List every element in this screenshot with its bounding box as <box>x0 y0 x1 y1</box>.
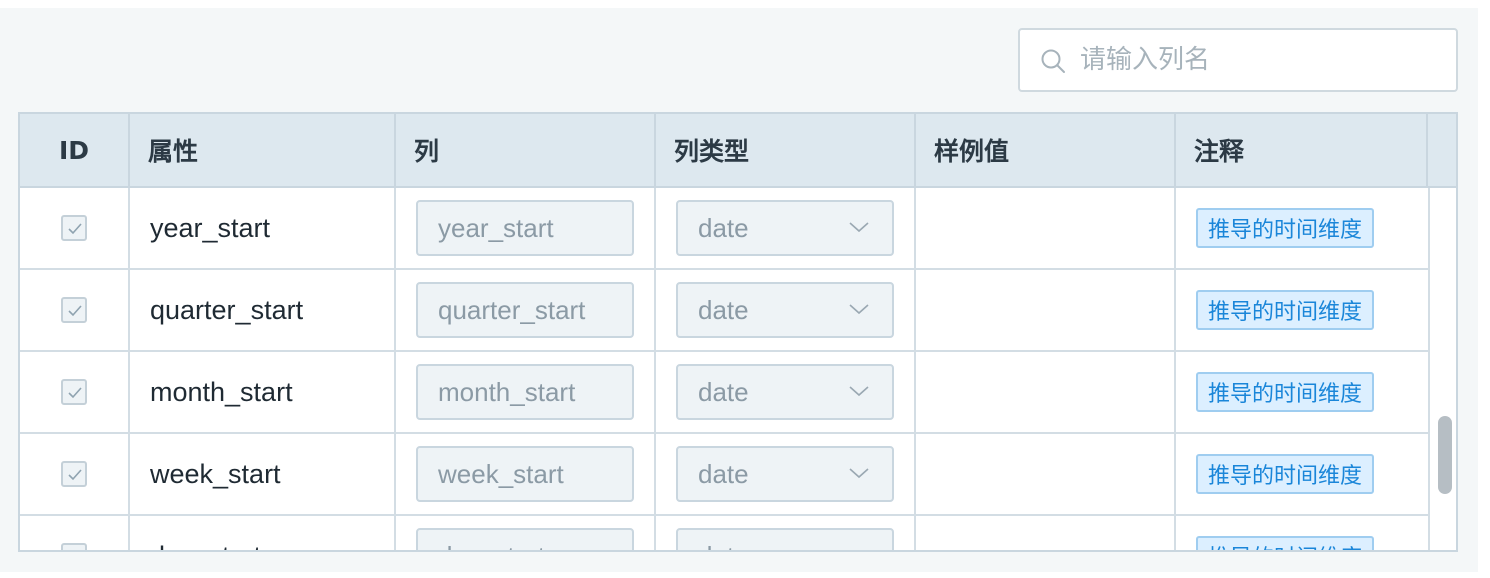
cell-column: month_start <box>396 352 656 432</box>
check-icon <box>68 387 82 399</box>
cell-attribute: month_start <box>130 352 396 432</box>
cell-comment: 推导的时间维度 <box>1176 188 1428 268</box>
row-checkbox[interactable] <box>61 461 87 487</box>
column-name-field: month_start <box>416 364 634 420</box>
check-icon <box>68 223 82 235</box>
cell-column-type: date <box>656 434 916 514</box>
cell-column: day_start <box>396 516 656 550</box>
scrollbar-thumb[interactable] <box>1438 416 1452 494</box>
column-name-field: quarter_start <box>416 282 634 338</box>
cell-id <box>20 434 130 514</box>
column-type-select: date <box>676 528 894 552</box>
column-type-select: date <box>676 446 894 502</box>
search-box[interactable] <box>1018 28 1458 92</box>
attribute-name: quarter_start <box>150 294 304 325</box>
comment-tag: 推导的时间维度 <box>1196 536 1375 550</box>
search-input[interactable] <box>1080 38 1440 82</box>
cell-comment: 推导的时间维度 <box>1176 516 1428 550</box>
column-type-value: date <box>698 376 749 407</box>
comment-tag: 推导的时间维度 <box>1196 372 1375 412</box>
cell-attribute: year_start <box>130 188 396 268</box>
chevron-down-icon <box>849 468 869 479</box>
cell-column-type: date <box>656 270 916 350</box>
comment-tag: 推导的时间维度 <box>1196 290 1375 330</box>
cell-id <box>20 188 130 268</box>
cell-comment: 推导的时间维度 <box>1176 270 1428 350</box>
cell-column: year_start <box>396 188 656 268</box>
column-name-field: day_start <box>416 528 634 550</box>
cell-sample-value <box>916 516 1176 550</box>
cell-column-type: date <box>656 352 916 432</box>
cell-id <box>20 270 130 350</box>
comment-tag: 推导的时间维度 <box>1196 454 1375 494</box>
header-scroll-gutter <box>1428 114 1456 186</box>
table-row: week_start week_start date 推导的时间维度 <box>20 434 1428 516</box>
cell-attribute: quarter_start <box>130 270 396 350</box>
row-checkbox[interactable] <box>61 543 87 552</box>
cell-comment: 推导的时间维度 <box>1176 352 1428 432</box>
table-row: month_start month_start date 推导的时间维度 <box>20 352 1428 434</box>
search-icon <box>1041 49 1065 73</box>
columns-table: ID 属性 列 列类型 样例值 注释 year_start year_start… <box>18 112 1458 552</box>
row-checkbox[interactable] <box>61 215 87 241</box>
header-column: 列 <box>396 114 656 186</box>
column-name-field: week_start <box>416 446 634 502</box>
check-icon <box>68 305 82 317</box>
table-body: year_start year_start date 推导的时间维度 quart… <box>20 188 1428 552</box>
cell-id <box>20 516 130 552</box>
header-column-type: 列类型 <box>656 114 916 186</box>
header-id: ID <box>20 114 130 186</box>
cell-id <box>20 352 130 432</box>
column-type-select: date <box>676 200 894 256</box>
row-checkbox[interactable] <box>61 297 87 323</box>
cell-column: quarter_start <box>396 270 656 350</box>
header-attribute: 属性 <box>130 114 396 186</box>
cell-attribute: week_start <box>130 434 396 514</box>
comment-tag: 推导的时间维度 <box>1196 208 1375 248</box>
attribute-name: day_start <box>130 541 261 551</box>
cell-sample-value <box>916 188 1176 268</box>
cell-column-type: date <box>656 516 916 552</box>
cell-comment: 推导的时间维度 <box>1176 434 1428 514</box>
cell-sample-value <box>916 352 1176 432</box>
check-icon <box>66 548 84 552</box>
check-icon <box>68 469 82 481</box>
column-name-field: year_start <box>416 200 634 256</box>
cell-sample-value <box>916 434 1176 514</box>
column-type-select: date <box>676 282 894 338</box>
header-comment: 注释 <box>1176 114 1428 186</box>
row-checkbox[interactable] <box>61 379 87 405</box>
chevron-down-icon <box>849 386 869 397</box>
header-sample-value: 样例值 <box>916 114 1176 186</box>
cell-sample-value <box>916 270 1176 350</box>
attribute-name: year_start <box>150 212 271 243</box>
table-row: quarter_start quarter_start date 推导的时间维度 <box>20 270 1428 352</box>
table-row: day_start day_start date 推导的时间维度 <box>20 516 1428 552</box>
cell-attribute: day_start <box>130 516 396 551</box>
chevron-down-icon <box>849 304 869 315</box>
chevron-down-icon <box>848 548 870 552</box>
attribute-name: month_start <box>150 376 293 407</box>
column-type-value: date <box>698 541 749 551</box>
table-header: ID 属性 列 列类型 样例值 注释 <box>20 114 1456 188</box>
column-type-value: date <box>698 294 749 325</box>
column-type-select: date <box>676 364 894 420</box>
cell-column-type: date <box>656 188 916 268</box>
chevron-down-icon <box>849 222 869 233</box>
cell-column: week_start <box>396 434 656 514</box>
column-type-value: date <box>698 212 749 243</box>
table-row: year_start year_start date 推导的时间维度 <box>20 188 1428 270</box>
attribute-name: week_start <box>150 458 281 489</box>
column-type-value: date <box>698 458 749 489</box>
vertical-scrollbar[interactable] <box>1428 188 1456 550</box>
